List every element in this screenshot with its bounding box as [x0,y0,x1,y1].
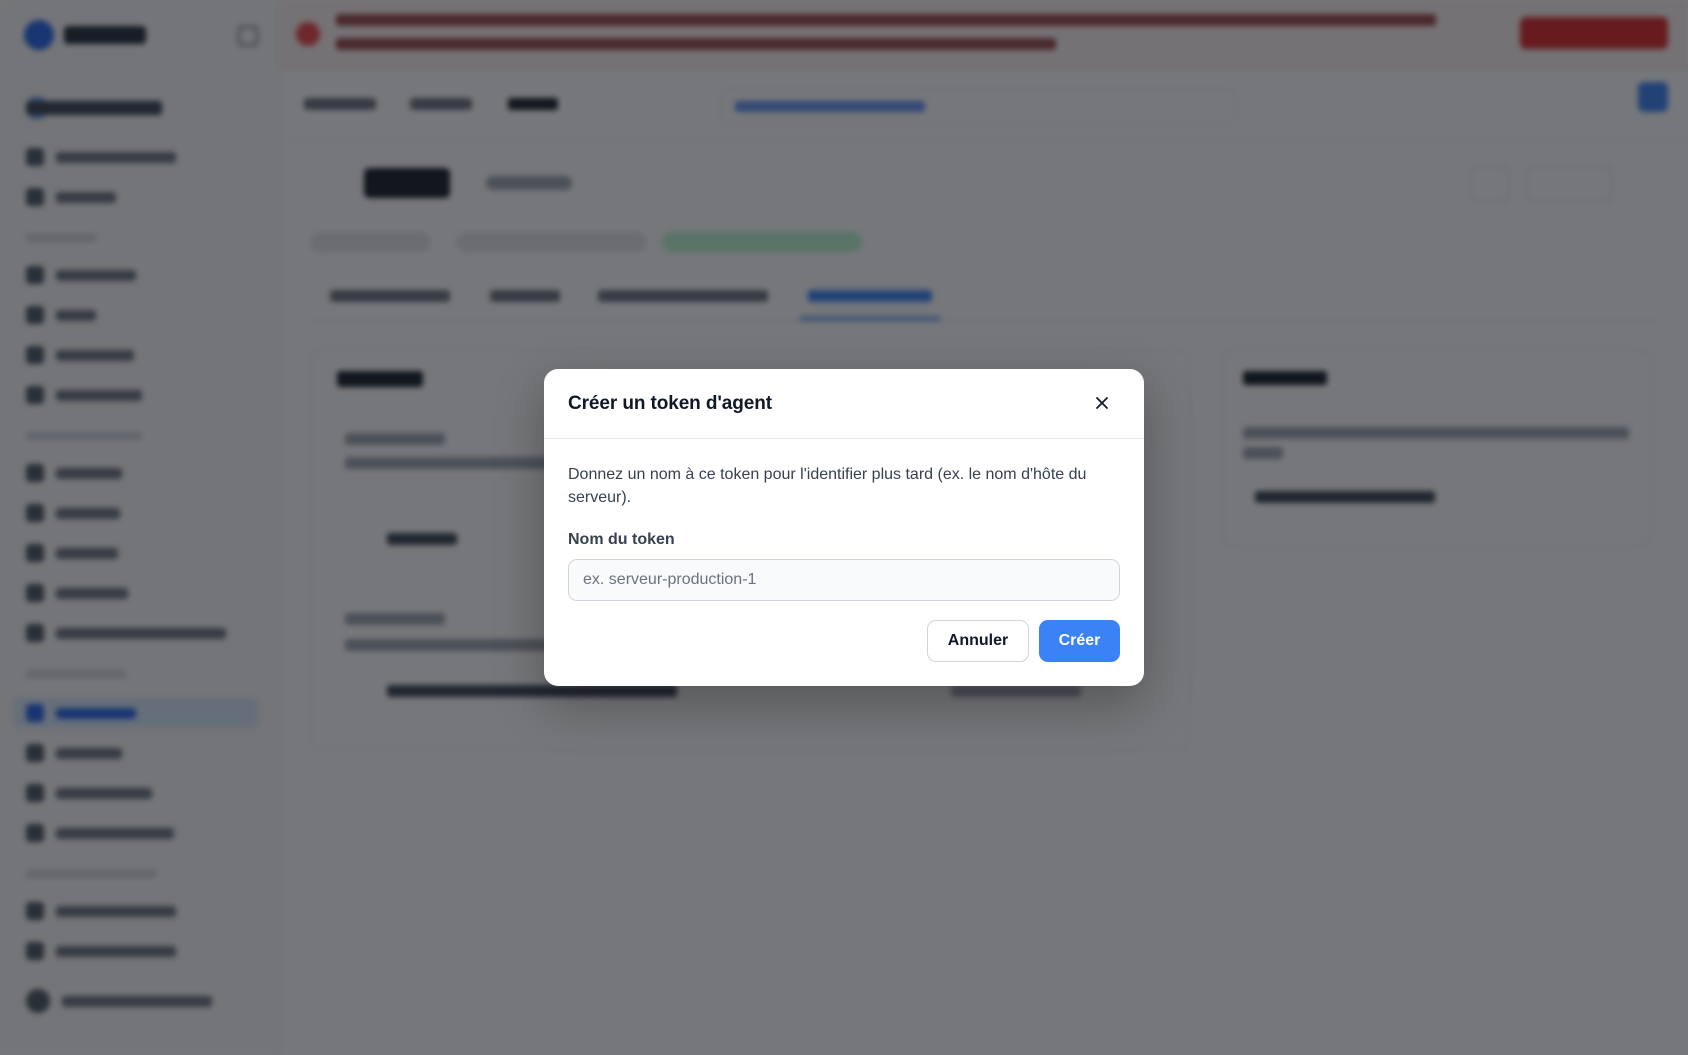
dialog-title: Créer un token d'agent [568,393,772,414]
close-icon [1095,396,1109,415]
dialog-description: Donnez un nom à ce token pour l'identifi… [568,466,1087,506]
token-name-label: Nom du token [568,531,675,548]
token-name-input[interactable] [568,559,1120,601]
create-agent-token-dialog: Créer un token d'agent Donnez un nom à c… [544,369,1144,686]
dialog-header: Créer un token d'agent [544,369,1144,439]
cancel-button[interactable]: Annuler [927,620,1029,662]
create-button[interactable]: Créer [1039,620,1120,662]
close-button[interactable] [1090,393,1114,417]
